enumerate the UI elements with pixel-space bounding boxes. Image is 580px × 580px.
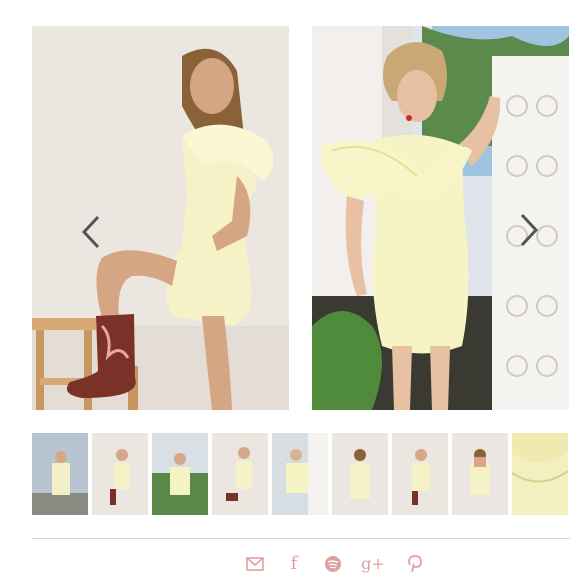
thumbnail-strip [32, 433, 570, 515]
share-pinterest-button[interactable] [403, 552, 427, 576]
next-image-button[interactable] [514, 210, 544, 250]
social-share-bar: f g+ [0, 552, 580, 576]
previous-image-button[interactable] [76, 212, 106, 252]
google-plus-icon: g+ [361, 554, 385, 573]
thumbnail-7[interactable] [392, 433, 448, 515]
share-google-plus-button[interactable]: g+ [361, 552, 385, 576]
chevron-right-icon [520, 213, 539, 247]
thumbnail-9[interactable] [512, 433, 568, 515]
pinterest-icon [408, 555, 422, 573]
share-spotify-button[interactable] [321, 552, 345, 576]
spotify-icon [325, 556, 341, 572]
divider [32, 538, 570, 539]
product-gallery: f g+ [0, 0, 580, 580]
thumbnail-2[interactable] [92, 433, 148, 515]
share-facebook-button[interactable]: f [282, 552, 306, 576]
thumbnail-4[interactable] [212, 433, 268, 515]
thumbnail-5[interactable] [272, 433, 328, 515]
product-photo-main-left[interactable] [32, 26, 289, 410]
thumbnail-6[interactable] [332, 433, 388, 515]
thumbnail-3[interactable] [152, 433, 208, 515]
facebook-icon: f [290, 553, 298, 574]
thumbnail-8[interactable] [452, 433, 508, 515]
thumbnail-1[interactable] [32, 433, 88, 515]
share-email-button[interactable] [243, 552, 267, 576]
chevron-left-icon [81, 215, 100, 249]
email-icon [246, 557, 264, 571]
